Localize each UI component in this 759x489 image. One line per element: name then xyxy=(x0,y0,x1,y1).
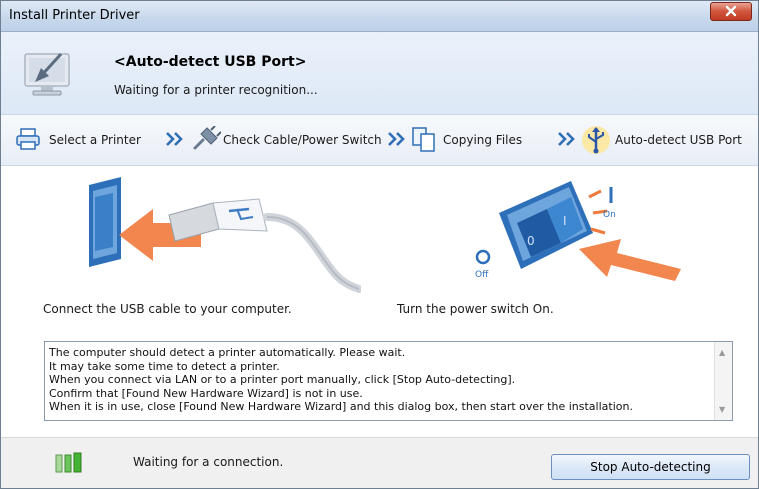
switch-caption: Turn the power switch On. xyxy=(397,302,554,316)
info-line: When you connect via LAN or to a printer… xyxy=(49,373,516,387)
connection-status-icon xyxy=(55,452,82,473)
power-switch-illustration: 0 I On Off xyxy=(475,181,681,281)
printer-icon xyxy=(16,128,40,150)
svg-text:I: I xyxy=(563,214,567,228)
connection-status-text: Waiting for a connection. xyxy=(133,455,284,469)
usb-icon xyxy=(582,126,610,154)
step-progress-bar: Select a Printer Check Cable/Power Switc… xyxy=(1,115,758,166)
chevron-right-icon xyxy=(558,132,575,146)
chevron-right-icon xyxy=(166,132,183,146)
plug-icon xyxy=(193,126,221,150)
usb-cable-illustration xyxy=(89,177,361,293)
step-copying-files: Copying Files xyxy=(443,133,523,147)
installer-window: Install Printer Driver <Auto-detect USB … xyxy=(0,0,759,489)
step-select-printer: Select a Printer xyxy=(49,133,141,147)
svg-text:0: 0 xyxy=(527,234,535,248)
info-textbox[interactable]: The computer should detect a printer aut… xyxy=(44,341,733,421)
close-icon xyxy=(725,5,737,17)
switch-off-label: Off xyxy=(475,270,489,280)
scroll-up-icon[interactable]: ▲ xyxy=(719,348,725,357)
info-line: Confirm that [Found New Hardware Wizard]… xyxy=(49,386,363,400)
info-line: When it is in use, close [Found New Hard… xyxy=(49,400,633,414)
computer-install-icon xyxy=(24,52,70,96)
info-line: The computer should detect a printer aut… xyxy=(49,346,406,359)
page-subtitle: Waiting for a printer recognition... xyxy=(114,83,318,97)
header-band: <Auto-detect USB Port> Waiting for a pri… xyxy=(1,32,758,115)
window-title: Install Printer Driver xyxy=(9,8,140,23)
info-scrollbar[interactable]: ▲ ▼ xyxy=(714,342,732,420)
copy-files-icon xyxy=(412,127,435,152)
step-auto-detect-usb: Auto-detect USB Port xyxy=(615,133,742,147)
switch-on-label: On xyxy=(603,210,616,220)
stop-auto-detecting-button[interactable]: Stop Auto-detecting xyxy=(551,454,750,480)
page-title: <Auto-detect USB Port> xyxy=(114,54,307,70)
scroll-down-icon[interactable]: ▼ xyxy=(719,405,725,414)
step-check-cable: Check Cable/Power Switch xyxy=(223,133,382,147)
info-line: It may take some time to detect a printe… xyxy=(49,359,280,373)
footer-bar: Waiting for a connection. Stop Auto-dete… xyxy=(1,437,758,488)
cable-caption: Connect the USB cable to your computer. xyxy=(43,302,292,316)
info-text: The computer should detect a printer aut… xyxy=(49,346,710,414)
title-bar[interactable]: Install Printer Driver xyxy=(1,1,758,32)
close-button[interactable] xyxy=(710,2,752,21)
chevron-right-icon xyxy=(388,132,405,146)
